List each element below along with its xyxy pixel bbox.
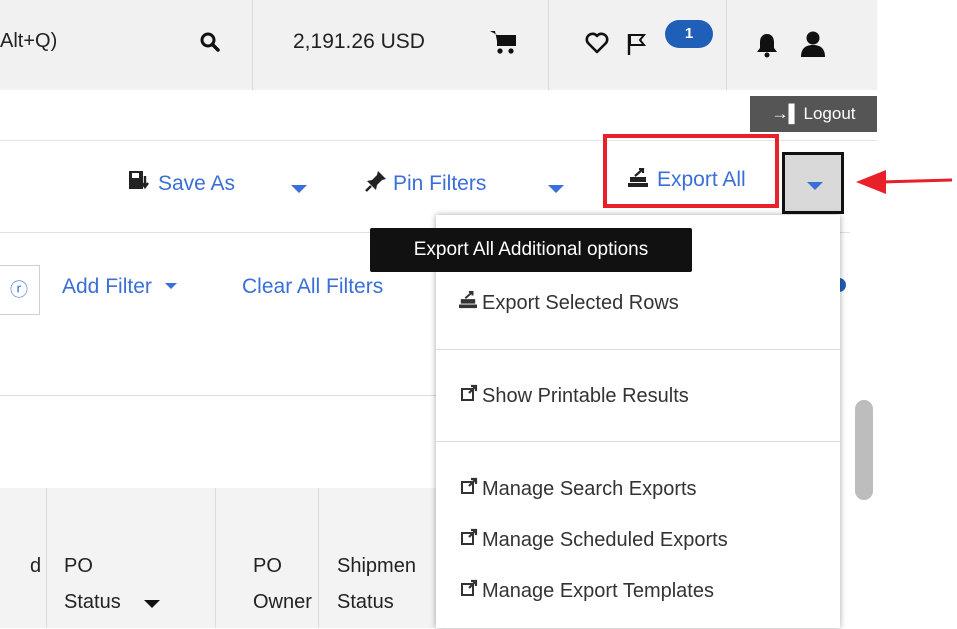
save-as-button[interactable]: Save As xyxy=(128,170,235,196)
column-header-shipment-status[interactable]: Shipmen Status xyxy=(337,548,416,620)
menu-item-manage-search-exports[interactable]: Manage Search Exports xyxy=(436,469,840,509)
filter-icon: ⓡ xyxy=(10,280,28,300)
top-bar xyxy=(0,0,877,90)
pin-filters-button[interactable]: Pin Filters xyxy=(365,170,486,196)
chevron-down-icon xyxy=(164,283,177,289)
menu-item-label: Export Selected Rows xyxy=(482,292,679,314)
export-icon xyxy=(628,167,648,187)
menu-item-label: Manage Export Templates xyxy=(482,580,714,602)
save-as-label: Save As xyxy=(158,172,236,195)
external-link-icon xyxy=(450,520,478,560)
column-header-partial[interactable]: d xyxy=(30,548,41,584)
cart-balance[interactable]: 2,191.26 USD xyxy=(293,30,425,54)
search-input[interactable]: Alt+Q) xyxy=(0,30,57,53)
menu-item-manage-export-templates[interactable]: Manage Export Templates xyxy=(436,571,840,611)
export-all-options-button[interactable] xyxy=(782,152,844,214)
column-divider xyxy=(215,488,216,628)
notification-badge[interactable]: 1 xyxy=(665,20,713,48)
menu-item-show-printable-results[interactable]: Show Printable Results xyxy=(436,376,840,416)
scrollbar[interactable] xyxy=(855,400,873,500)
external-link-icon xyxy=(450,571,478,611)
annotation-arrow xyxy=(852,164,953,205)
bell-icon[interactable] xyxy=(755,32,779,63)
divider xyxy=(252,0,253,90)
column-divider xyxy=(318,488,319,628)
export-all-button[interactable]: Export All xyxy=(627,167,746,192)
divider xyxy=(548,0,549,90)
pin-filters-dropdown-caret[interactable] xyxy=(547,181,565,199)
export-icon xyxy=(450,283,478,323)
column-header-po-status[interactable]: PO Status xyxy=(64,548,121,620)
cart-icon[interactable] xyxy=(488,28,518,61)
menu-divider xyxy=(436,349,840,350)
logout-label: Logout xyxy=(803,104,856,123)
logout-icon: →▌ xyxy=(771,104,801,123)
column-divider xyxy=(46,488,47,628)
save-icon xyxy=(129,171,149,189)
menu-item-label: Show Printable Results xyxy=(482,385,689,407)
header-text: Shipmen xyxy=(337,555,416,577)
add-filter-button[interactable]: Add Filter xyxy=(62,275,178,299)
add-filter-label: Add Filter xyxy=(62,275,152,298)
pin-icon xyxy=(365,171,386,192)
header-text: PO xyxy=(64,555,93,577)
external-link-icon xyxy=(450,376,478,416)
user-icon[interactable] xyxy=(800,30,826,63)
header-text: Status xyxy=(337,591,394,613)
export-options-menu: Export Selected Rows Show Printable Resu… xyxy=(436,215,840,628)
flag-icon[interactable] xyxy=(626,32,648,61)
export-all-highlight: Export All xyxy=(603,134,779,208)
menu-item-manage-scheduled-exports[interactable]: Manage Scheduled Exports xyxy=(436,520,840,560)
save-as-dropdown-caret[interactable] xyxy=(290,181,308,199)
pin-filters-label: Pin Filters xyxy=(393,172,487,195)
tooltip: Export All Additional options xyxy=(370,228,692,272)
menu-item-label: Manage Scheduled Exports xyxy=(482,529,728,551)
header-text: Status xyxy=(64,591,121,613)
column-header-po-owner[interactable]: PO Owner xyxy=(253,548,312,620)
header-text: PO xyxy=(253,555,282,577)
export-all-label: Export All xyxy=(657,168,746,191)
menu-divider xyxy=(436,441,840,442)
menu-item-label: Manage Search Exports xyxy=(482,478,697,500)
filter-toggle[interactable]: ⓡ xyxy=(0,265,40,315)
clear-all-filters-link[interactable]: Clear All Filters xyxy=(242,275,383,299)
logout-button[interactable]: →▌ Logout xyxy=(750,96,877,132)
divider xyxy=(726,0,727,90)
divider xyxy=(0,395,440,396)
menu-item-export-selected-rows[interactable]: Export Selected Rows xyxy=(436,283,840,323)
external-link-icon xyxy=(450,469,478,509)
sort-descending-icon[interactable] xyxy=(143,596,161,614)
search-icon[interactable] xyxy=(200,32,220,57)
heart-icon[interactable] xyxy=(585,32,609,59)
header-text: Owner xyxy=(253,591,312,613)
